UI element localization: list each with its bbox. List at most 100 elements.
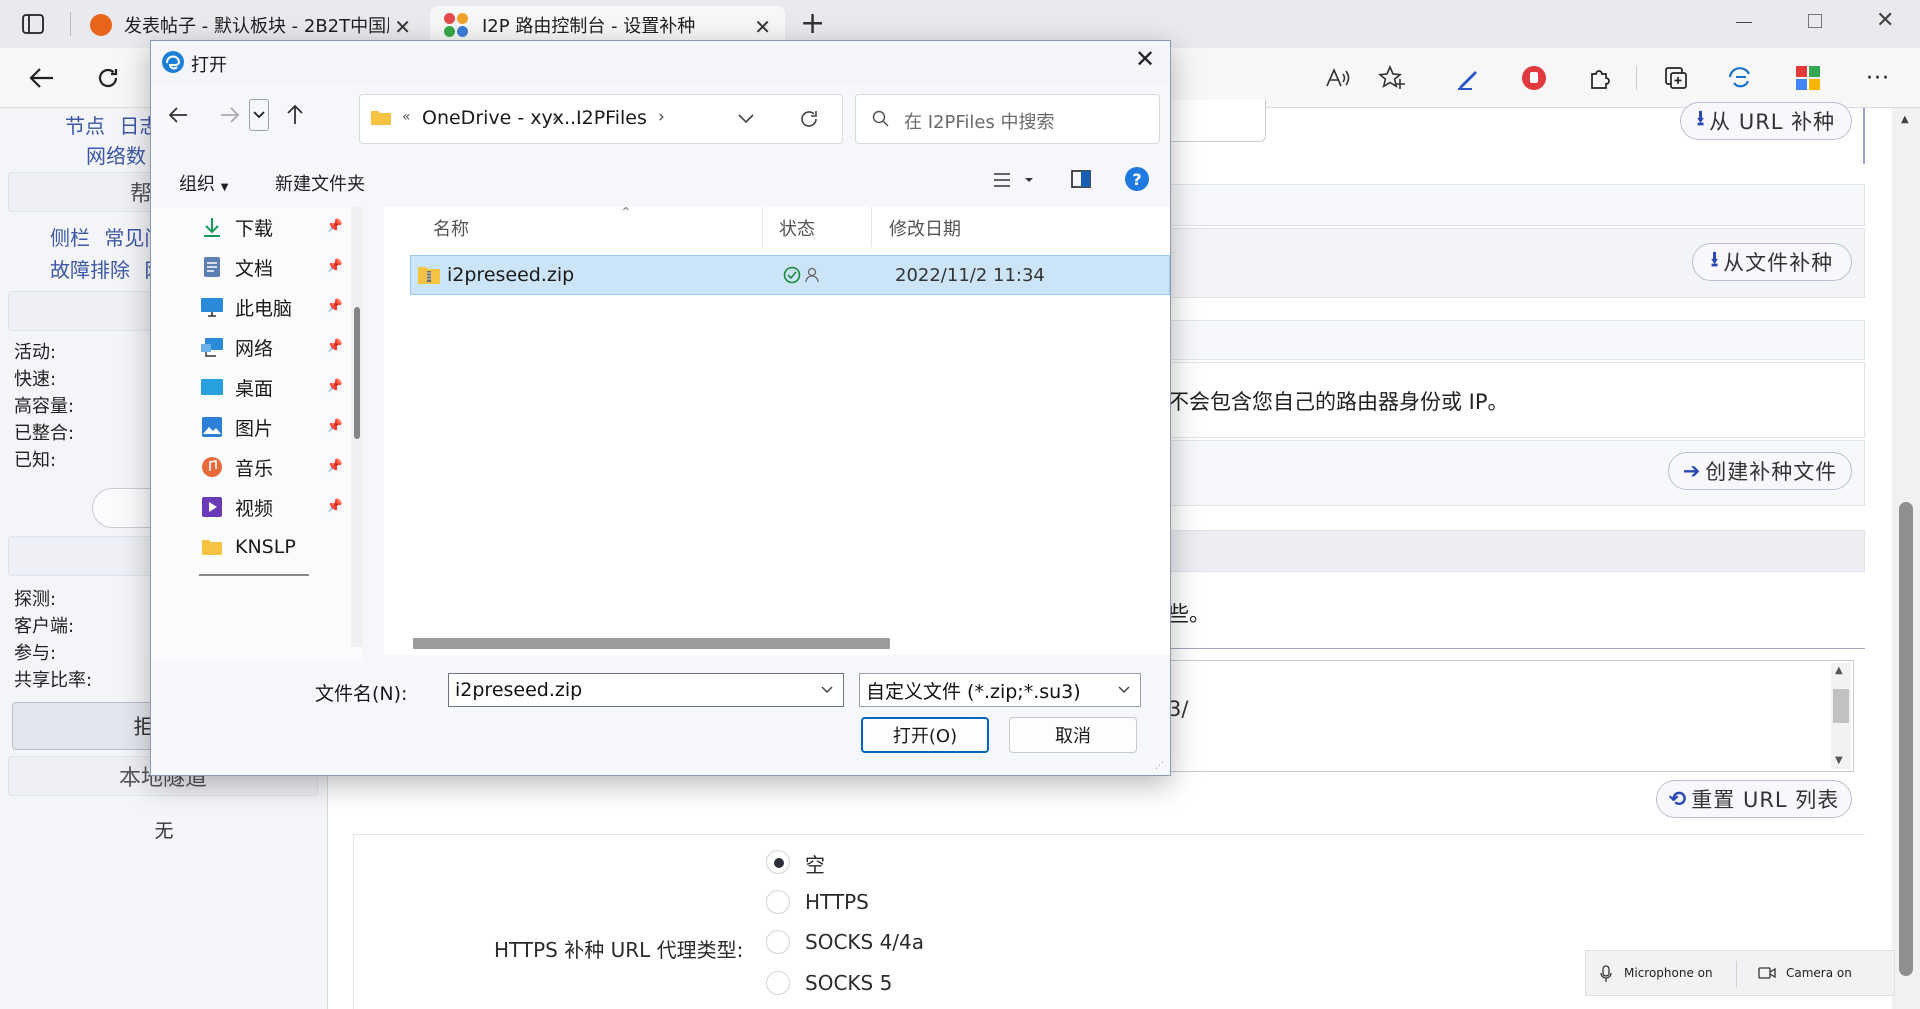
dialog-search-box[interactable]: 在 I2PFiles 中搜索	[855, 94, 1160, 144]
document-icon	[199, 255, 225, 279]
page-scrollbar[interactable]: ▲	[1892, 108, 1920, 1009]
cancel-button[interactable]: 取消	[1009, 717, 1137, 753]
tab-close-icon[interactable]: ✕	[394, 15, 411, 39]
pin-icon[interactable]: 📌	[327, 339, 343, 354]
proxy-option-label: HTTPS	[805, 890, 869, 914]
sidebar-links-row4: 故障排除 网	[50, 254, 164, 283]
media-indicator-tooltip: Microphone on Camera on	[1585, 950, 1895, 996]
refresh-icon[interactable]	[92, 62, 124, 94]
new-tab-button[interactable]: +	[800, 6, 825, 41]
filename-dropdown-icon[interactable]	[821, 686, 833, 694]
sidebar-link-troubleshoot[interactable]: 故障排除	[50, 258, 130, 282]
split-screen-icon[interactable]	[1660, 62, 1692, 94]
restore-button[interactable]	[1808, 14, 1822, 28]
tab-forum-post[interactable]: 发表帖子 - 默认板块 - 2B2T中国服 ✕	[80, 6, 425, 44]
recent-locations-dropdown[interactable]	[249, 99, 269, 131]
breadcrumb-overflow[interactable]: «	[402, 109, 411, 125]
nav-pane-scrollbar[interactable]	[351, 207, 363, 647]
pin-icon[interactable]: 📌	[327, 419, 343, 434]
back-icon[interactable]	[26, 62, 58, 94]
file-type-filter[interactable]: 自定义文件 (*.zip;*.su3)	[859, 673, 1141, 707]
preview-pane-icon[interactable]	[1071, 169, 1091, 189]
profile-avatar-icon[interactable]	[1792, 62, 1824, 94]
dialog-forward-icon[interactable]	[219, 105, 241, 125]
tunnel-stat-participating: 参与:	[14, 643, 57, 664]
dialog-titlebar: 打开 ✕	[151, 41, 1170, 83]
open-button[interactable]: 打开(O)	[861, 717, 989, 753]
minimize-button[interactable]	[1736, 22, 1752, 23]
url-input-tail[interactable]	[1160, 100, 1266, 142]
peer-stat-integrated: 已整合:	[14, 423, 75, 444]
column-header-modified[interactable]: 修改日期	[889, 215, 961, 241]
browser-essentials-icon[interactable]	[1724, 62, 1756, 94]
tab-i2p-console[interactable]: I2P 路由控制台 - 设置补种 ✕	[430, 6, 785, 44]
up-folder-icon[interactable]	[285, 103, 305, 125]
proxy-radio-https[interactable]	[766, 890, 790, 914]
help-icon[interactable]: ?	[1125, 167, 1149, 191]
page-scrollbar-thumb[interactable]	[1899, 502, 1913, 976]
sidebar-link-sidebar[interactable]: 侧栏	[50, 226, 90, 250]
tab-close-icon[interactable]: ✕	[754, 15, 771, 39]
textarea-scrollbar[interactable]: ▲ ▼	[1831, 663, 1851, 769]
synced-status-icon	[783, 266, 801, 284]
proxy-radio-socks5[interactable]	[766, 971, 790, 995]
local-tunnels-value: 无	[154, 820, 174, 842]
resize-grip-icon[interactable]: ⋰	[1155, 761, 1164, 771]
nav-item-partial	[199, 571, 349, 577]
microphone-status: Microphone on	[1624, 966, 1713, 980]
file-row[interactable]: i2preseed.zip 2022/11/2 11:34	[410, 255, 1170, 295]
read-aloud-icon[interactable]	[1322, 62, 1354, 94]
file-open-dialog: 打开 ✕ « OneDrive - xyx... › I2PFiles › 在 …	[150, 40, 1171, 776]
address-bar[interactable]: « OneDrive - xyx... › I2PFiles ›	[359, 94, 843, 144]
peer-stat-known: 已知:	[14, 450, 57, 471]
organize-button[interactable]: 组织 ▼	[179, 170, 228, 196]
advanced-description-tail: 些。	[1168, 602, 1210, 626]
new-folder-button[interactable]: 新建文件夹	[275, 170, 365, 196]
pin-icon[interactable]: 📌	[327, 379, 343, 394]
pin-icon[interactable]: 📌	[327, 219, 343, 234]
proxy-option-label: SOCKS 5	[805, 971, 893, 995]
sidebar-link-netdb[interactable]: 网络数	[86, 140, 146, 169]
file-list-hscroll-thumb[interactable]	[413, 638, 890, 649]
dialog-close-icon[interactable]: ✕	[1135, 45, 1155, 73]
reset-url-list-button[interactable]: ⟲ 重置 URL 列表	[1656, 780, 1852, 818]
address-dropdown-icon[interactable]	[738, 114, 754, 124]
extensions-icon[interactable]	[1584, 62, 1616, 94]
filename-input[interactable]: i2preseed.zip	[448, 673, 844, 707]
create-reseed-file-button[interactable]: ➔ 创建补种文件	[1668, 452, 1852, 490]
pin-icon[interactable]: 📌	[327, 499, 343, 514]
column-header-status[interactable]: 状态	[779, 215, 815, 241]
sidebar-link-peers[interactable]: 节点	[65, 114, 105, 138]
search-placeholder: 在 I2PFiles 中搜索	[904, 112, 1055, 133]
computer-icon	[199, 295, 225, 319]
proxy-radio-none[interactable]	[766, 850, 790, 874]
pen-extension-icon[interactable]	[1452, 62, 1484, 94]
pin-icon[interactable]: 📌	[327, 299, 343, 314]
column-header-name[interactable]: 名称	[433, 215, 469, 241]
search-icon	[872, 110, 890, 128]
dialog-back-icon[interactable]	[167, 105, 189, 125]
reseed-from-url-button[interactable]: ⭳ 从 URL 补种	[1680, 102, 1852, 140]
reseed-from-file-button[interactable]: ⭳ 从文件补种	[1692, 243, 1852, 281]
pin-icon[interactable]: 📌	[327, 459, 343, 474]
address-refresh-icon[interactable]	[798, 108, 820, 130]
edge-logo-icon	[161, 50, 185, 74]
filter-dropdown-icon[interactable]	[1118, 686, 1130, 694]
nav-item-knslp[interactable]: KNSLP	[199, 527, 349, 567]
tab-actions-icon[interactable]	[22, 14, 44, 34]
camera-status: Camera on	[1786, 966, 1852, 980]
favorites-add-icon[interactable]	[1376, 62, 1408, 94]
pictures-icon	[199, 415, 225, 439]
view-options-icon[interactable]	[993, 171, 1037, 189]
breadcrumb-i2pfiles[interactable]: I2PFiles	[576, 107, 647, 129]
tab-title: 发表帖子 - 默认板块 - 2B2T中国服	[124, 16, 389, 37]
reseed-url-textarea[interactable]: 3/ ▲ ▼	[1160, 660, 1854, 772]
sidebar-links-row3: 侧栏 常见问	[50, 222, 164, 251]
more-menu-icon[interactable]: ···	[1862, 62, 1894, 94]
window-close-button[interactable]: ✕	[1876, 8, 1894, 33]
filename-label: 文件名(N):	[315, 683, 408, 705]
i2p-favicon-icon	[444, 13, 468, 37]
adblock-extension-icon[interactable]	[1518, 62, 1550, 94]
pin-icon[interactable]: 📌	[327, 259, 343, 274]
proxy-radio-socks4[interactable]	[766, 930, 790, 954]
